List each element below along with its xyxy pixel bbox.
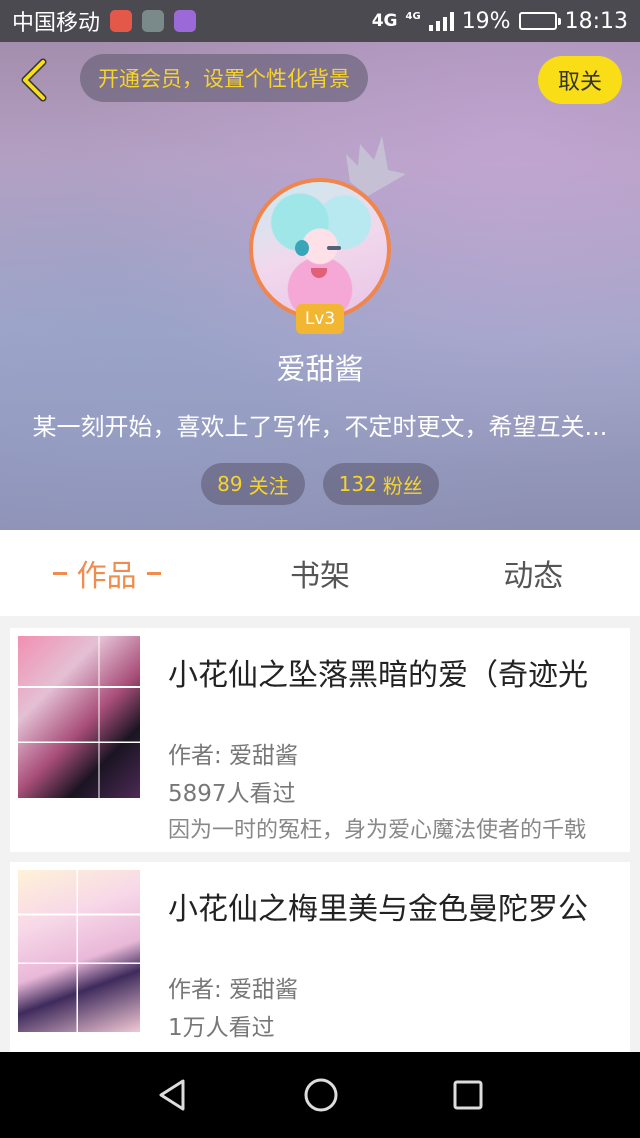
unfollow-button[interactable]: 取关 xyxy=(538,56,622,104)
back-triangle-icon[interactable] xyxy=(155,1077,191,1113)
profile-tabs: 作品 书架 动态 xyxy=(0,530,640,616)
status-bar: 中国移动 4G 4G 19% 18:13 xyxy=(0,0,640,42)
work-author: 作者: 爱甜酱 xyxy=(168,977,299,1003)
back-button[interactable] xyxy=(14,58,54,102)
following-count: 89 xyxy=(217,472,243,496)
work-views: 5897人看过 xyxy=(168,781,296,807)
mail-app-icon xyxy=(110,10,133,32)
followers-label: 粉丝 xyxy=(382,473,423,498)
clock: 18:13 xyxy=(564,8,628,34)
work-author: 作者: 爱甜酱 xyxy=(168,743,299,769)
tab-label: 作品 xyxy=(76,559,137,594)
book-cover xyxy=(18,870,140,1032)
tab-label: 动态 xyxy=(503,559,564,594)
work-description: 因为一时的冤枉，身为爱心魔法使者的千戟 xyxy=(168,818,587,843)
followers-count: 132 xyxy=(338,472,377,496)
system-nav-bar xyxy=(0,1052,640,1138)
network-type: 4G xyxy=(371,11,398,31)
username: 爱甜酱 xyxy=(276,352,364,386)
work-card[interactable]: 小花仙之坠落黑暗的爱（奇迹光 作者: 爱甜酱 5897人看过 因为一时的冤枉，身… xyxy=(10,628,630,852)
recents-square-icon[interactable] xyxy=(451,1078,485,1112)
level-badge: Lv3 xyxy=(296,304,344,334)
battery-icon xyxy=(518,12,561,30)
work-views: 1万人看过 xyxy=(168,1015,275,1041)
network-type-secondary: 4G xyxy=(405,11,421,22)
tab-bookshelf[interactable]: 书架 xyxy=(213,530,426,616)
home-circle-icon[interactable] xyxy=(302,1076,340,1114)
chevron-left-icon xyxy=(21,58,47,102)
work-title: 小花仙之梅里美与金色曼陀罗公 xyxy=(168,892,588,927)
book-cover xyxy=(18,636,140,798)
gallery-app-icon xyxy=(174,10,197,32)
battery-percent: 19% xyxy=(461,8,511,34)
user-bio: 某一刻开始，喜欢上了写作，不定时更文，希望互关... xyxy=(32,413,608,441)
tab-label: 书架 xyxy=(289,559,350,594)
carrier-name: 中国移动 xyxy=(12,11,101,36)
signal-icon xyxy=(428,11,454,31)
tab-activity[interactable]: 动态 xyxy=(427,530,640,616)
works-list: 小花仙之坠落黑暗的爱（奇迹光 作者: 爱甜酱 5897人看过 因为一时的冤枉，身… xyxy=(10,628,630,1096)
game-app-icon xyxy=(142,10,165,32)
profile-header: 开通会员，设置个性化背景 取关 Lv3 爱甜酱 某一刻开始，喜欢上了写作，不定时… xyxy=(0,42,640,530)
following-button[interactable]: 89 关注 xyxy=(201,463,305,505)
following-label: 关注 xyxy=(248,473,289,498)
tab-works[interactable]: 作品 xyxy=(0,530,213,616)
avatar[interactable] xyxy=(249,178,391,320)
vip-promo-button[interactable]: 开通会员，设置个性化背景 xyxy=(80,54,368,102)
work-title: 小花仙之坠落黑暗的爱（奇迹光 xyxy=(168,658,588,693)
followers-button[interactable]: 132 粉丝 xyxy=(322,463,439,505)
